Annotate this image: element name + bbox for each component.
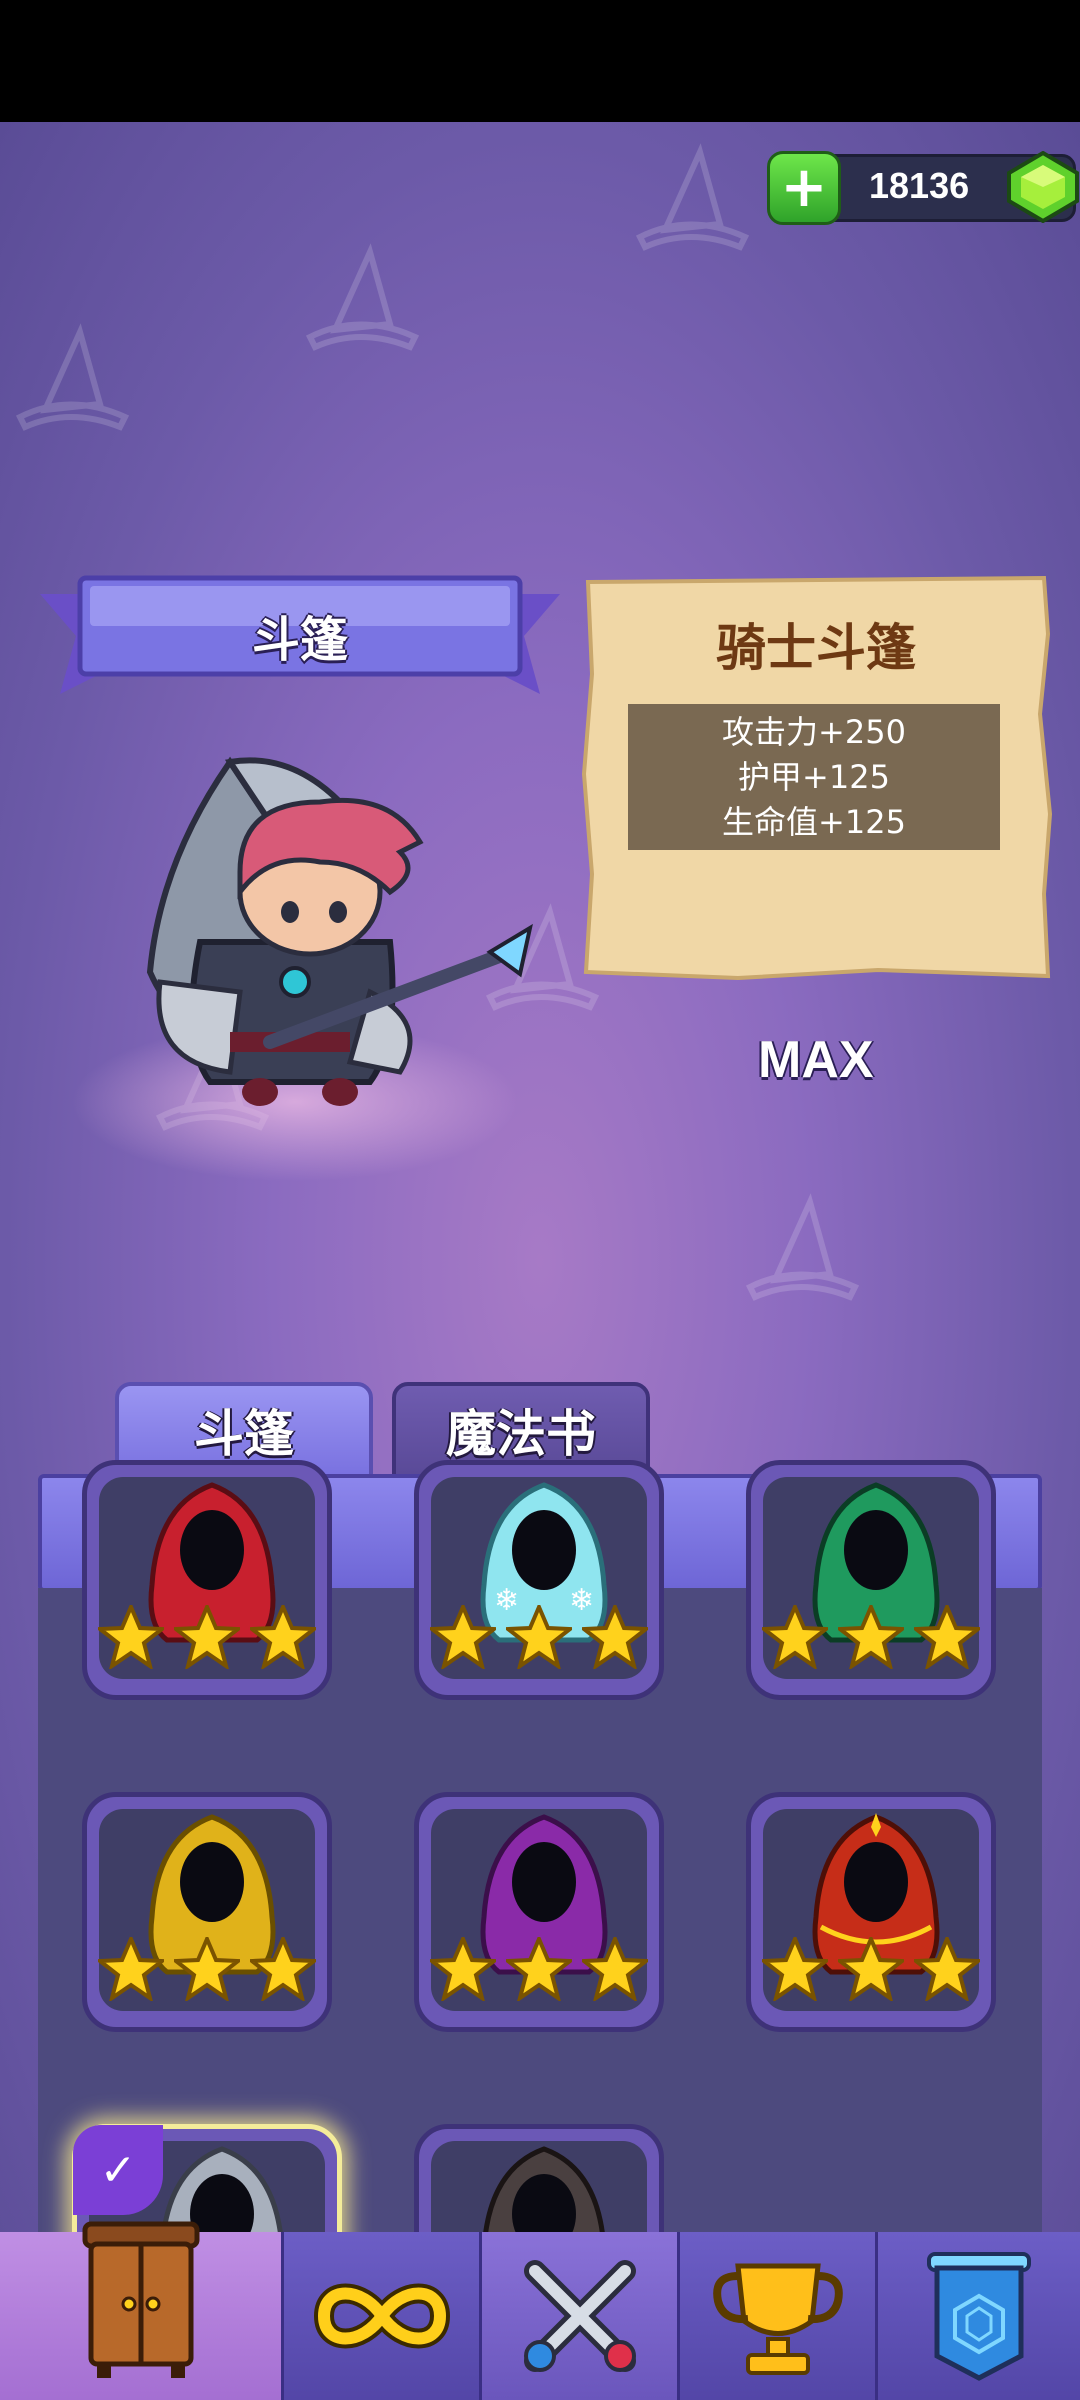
equipped-check-icon: ✓ — [73, 2125, 163, 2215]
star-icon — [838, 1605, 904, 1669]
status-bar — [0, 0, 1080, 122]
hat-pattern-icon — [745, 1193, 860, 1301]
stat-armor: 护甲+125 — [738, 758, 890, 796]
star-icon — [98, 1605, 164, 1669]
star-rating — [757, 1937, 985, 2001]
add-gems-button[interactable]: + — [767, 151, 841, 225]
star-icon — [250, 1937, 316, 2001]
wardrobe-icon — [82, 2221, 199, 2379]
star-rating — [425, 1605, 653, 1669]
star-icon — [914, 1605, 980, 1669]
star-icon — [582, 1605, 648, 1669]
cloak-slot-purple[interactable] — [414, 1792, 664, 2032]
star-icon — [250, 1605, 316, 1669]
star-rating — [425, 1937, 653, 2001]
hat-pattern-icon — [15, 323, 130, 431]
game-screen: + 18136 斗篷 骑士斗篷 攻击力+250 护甲+125 生命值+125 M… — [0, 122, 1080, 2400]
star-icon — [174, 1605, 240, 1669]
star-icon — [98, 1937, 164, 2001]
star-rating — [93, 1937, 321, 2001]
section-title: 斗篷 — [251, 612, 348, 668]
banner-shield-icon — [927, 2252, 1031, 2381]
hat-pattern-icon — [635, 143, 750, 251]
star-icon — [506, 1937, 572, 2001]
trophy-icon — [712, 2263, 843, 2375]
star-icon — [430, 1605, 496, 1669]
nav-battle[interactable] — [482, 2232, 680, 2400]
stat-attack: 攻击力+250 — [722, 713, 906, 751]
cloak-slot-green[interactable] — [746, 1460, 996, 1700]
cloak-slot-red[interactable] — [82, 1460, 332, 1700]
item-info-card: 骑士斗篷 攻击力+250 护甲+125 生命值+125 — [578, 574, 1054, 984]
star-icon — [838, 1937, 904, 2001]
star-rating — [757, 1605, 985, 1669]
cloak-slot-ice[interactable]: ❄ ❄ — [414, 1460, 664, 1700]
star-icon — [762, 1605, 828, 1669]
infinity-icon — [313, 2283, 450, 2349]
cloak-slot-crimson[interactable] — [746, 1792, 996, 2032]
section-ribbon: 斗篷 — [40, 574, 560, 704]
item-stats: 攻击力+250 护甲+125 生命值+125 — [628, 704, 1000, 850]
star-icon — [762, 1937, 828, 2001]
gem-amount: 18136 — [869, 165, 970, 206]
nav-leaderboard[interactable] — [680, 2232, 878, 2400]
star-icon — [506, 1605, 572, 1669]
crossed-swords-icon — [523, 2260, 636, 2372]
star-icon — [582, 1937, 648, 2001]
stat-health: 生命值+125 — [722, 803, 906, 841]
bottom-nav — [0, 2221, 1080, 2400]
cloak-slot-yellow[interactable] — [82, 1792, 332, 2032]
star-icon — [914, 1937, 980, 2001]
nav-endless[interactable] — [284, 2232, 482, 2400]
nav-guild[interactable] — [878, 2232, 1080, 2400]
green-gem-icon — [1007, 151, 1079, 223]
item-name: 骑士斗篷 — [716, 619, 916, 677]
star-rating — [93, 1605, 321, 1669]
star-icon — [174, 1937, 240, 2001]
star-icon — [430, 1937, 496, 2001]
hat-pattern-icon — [305, 243, 420, 351]
hero-character-icon — [146, 756, 533, 1106]
nav-wardrobe[interactable] — [0, 2221, 284, 2400]
level-max-label: MAX — [758, 1031, 874, 1089]
gem-counter: + 18136 — [767, 151, 1079, 225]
